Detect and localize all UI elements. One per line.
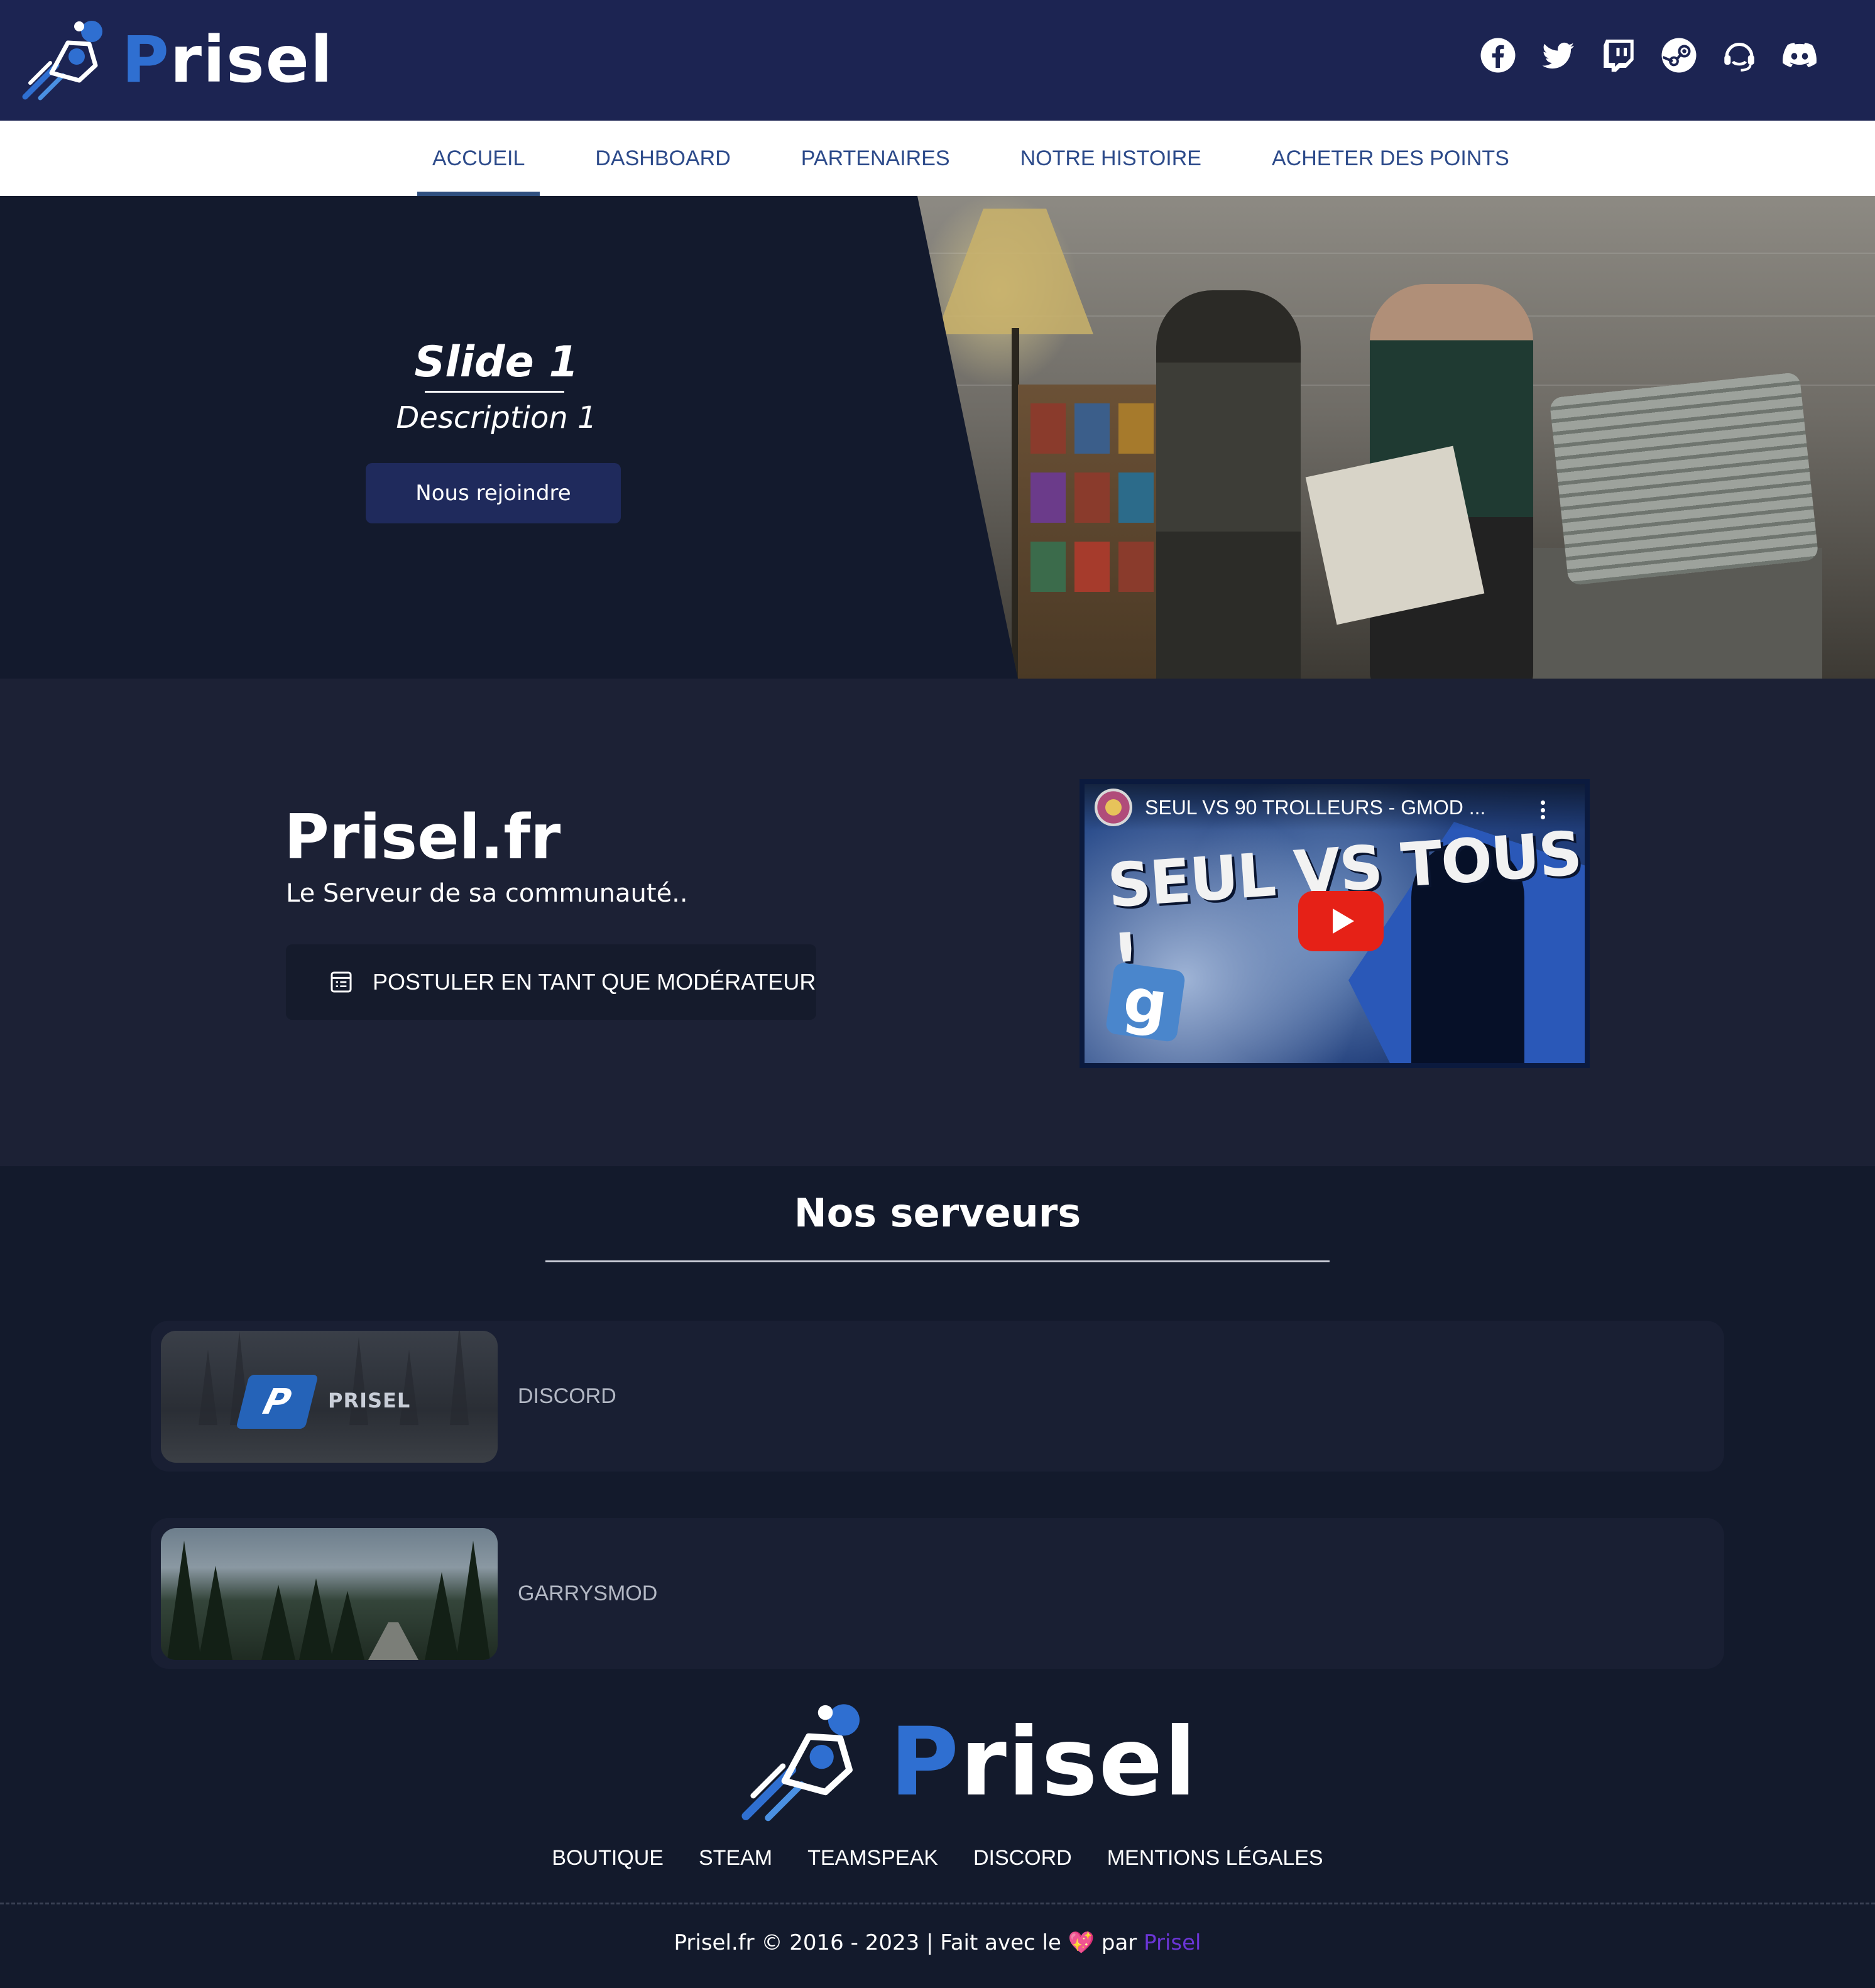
apply-moderator-label: POSTULER EN TANT QUE MODÉRATEUR bbox=[373, 969, 816, 995]
servers-title-underline bbox=[545, 1260, 1330, 1262]
copyright: Prisel.fr © 2016 - 2023 | Fait avec le 💖… bbox=[0, 1930, 1875, 1955]
apply-moderator-button[interactable]: POSTULER EN TANT QUE MODÉRATEUR bbox=[286, 944, 816, 1020]
hero-slide-title: Slide 1 bbox=[414, 337, 579, 387]
footer-links: BOUTIQUE STEAM TEAMSPEAK DISCORD MENTION… bbox=[0, 1846, 1875, 1871]
server-name: DISCORD bbox=[518, 1384, 616, 1408]
twitter-icon[interactable] bbox=[1539, 36, 1577, 74]
rocket-mascot-icon bbox=[741, 1704, 860, 1821]
server-card-discord[interactable]: P PRISEL DISCORD bbox=[151, 1321, 1724, 1472]
footer-link-boutique[interactable]: BOUTIQUE bbox=[552, 1846, 664, 1871]
nav-item-dashboard[interactable]: DASHBOARD bbox=[580, 121, 745, 196]
play-button-icon[interactable] bbox=[1298, 891, 1384, 951]
footer-link-mentions-legales[interactable]: MENTIONS LÉGALES bbox=[1107, 1846, 1323, 1871]
servers-section: Nos serveurs P PRISEL DISCORD GARRYSMOD bbox=[0, 1166, 1875, 1669]
servers-title: Nos serveurs bbox=[794, 1190, 1081, 1236]
footer-link-discord[interactable]: DISCORD bbox=[973, 1846, 1072, 1871]
nav-item-accueil[interactable]: ACCUEIL bbox=[417, 121, 540, 196]
footer-link-teamspeak[interactable]: TEAMSPEAK bbox=[807, 1846, 938, 1871]
facebook-icon[interactable] bbox=[1479, 36, 1517, 74]
twitch-icon[interactable] bbox=[1600, 36, 1637, 74]
youtube-video-embed[interactable]: SEUL VS TOUS ! g SEUL VS 90 TROLLEURS - … bbox=[1080, 779, 1590, 1068]
footer-link-steam[interactable]: STEAM bbox=[699, 1846, 772, 1871]
nav-item-acheter-des-points[interactable]: ACHETER DES POINTS bbox=[1257, 121, 1524, 196]
prisel-p-logo-icon: P bbox=[236, 1375, 319, 1429]
hero-slide-image bbox=[917, 196, 1875, 679]
logo-wordmark-rest: risel bbox=[170, 23, 334, 97]
video-caption[interactable]: SEUL VS 90 TROLLEURS - GMOD ... bbox=[1145, 796, 1485, 819]
about-subtitle: Le Serveur de sa communauté.. bbox=[286, 879, 688, 908]
join-button[interactable]: Nous rejoindre bbox=[366, 463, 621, 523]
about-title: Prisel.fr bbox=[284, 802, 561, 873]
garrysmod-logo-icon: g bbox=[1105, 961, 1186, 1043]
channel-avatar[interactable] bbox=[1095, 789, 1132, 826]
steam-icon[interactable] bbox=[1660, 36, 1698, 74]
logo-wordmark: Prisel bbox=[122, 23, 334, 97]
footer-logo-wordmark-rest: risel bbox=[959, 1708, 1198, 1817]
server-thumbnail-wordmark: PRISEL bbox=[328, 1389, 411, 1412]
site-logo[interactable]: Prisel bbox=[19, 18, 334, 103]
top-header: Prisel bbox=[0, 0, 1875, 121]
footer-divider bbox=[0, 1903, 1875, 1904]
nav-item-notre-histoire[interactable]: NOTRE HISTOIRE bbox=[1005, 121, 1216, 196]
server-name: GARRYSMOD bbox=[518, 1581, 658, 1605]
nav-item-partenaires[interactable]: PARTENAIRES bbox=[786, 121, 965, 196]
teamspeak-icon[interactable] bbox=[1720, 36, 1758, 74]
copyright-by: par bbox=[1101, 1930, 1137, 1955]
copyright-brand-link[interactable]: Prisel bbox=[1144, 1930, 1201, 1955]
server-thumbnail-discord: P PRISEL bbox=[161, 1331, 498, 1463]
rocket-mascot-icon bbox=[22, 21, 102, 101]
about-section: Prisel.fr Le Serveur de sa communauté.. … bbox=[0, 679, 1875, 1166]
discord-icon[interactable] bbox=[1781, 36, 1818, 74]
hero-slider: Slide 1 Description 1 Nous rejoindre bbox=[0, 196, 1875, 679]
footer-logo-wordmark: Prisel bbox=[890, 1708, 1198, 1817]
main-nav: ACCUEIL DASHBOARD PARTENAIRES NOTRE HIST… bbox=[0, 121, 1875, 196]
copyright-text: Prisel.fr © 2016 - 2023 | Fait avec le bbox=[674, 1930, 1061, 1955]
form-icon bbox=[331, 971, 352, 993]
footer-logo[interactable]: Prisel bbox=[735, 1696, 1198, 1828]
site-footer: Prisel BOUTIQUE STEAM TEAMSPEAK DISCORD … bbox=[0, 1669, 1875, 1988]
heart-icon: 💖 bbox=[1068, 1930, 1095, 1955]
social-links bbox=[1479, 36, 1818, 74]
hero-slide-description: Description 1 bbox=[396, 400, 597, 435]
video-more-menu-icon[interactable] bbox=[1541, 800, 1546, 819]
hero-title-underline bbox=[425, 391, 564, 393]
server-card-garrysmod[interactable]: GARRYSMOD bbox=[151, 1518, 1724, 1669]
server-thumbnail-garrysmod bbox=[161, 1528, 498, 1660]
